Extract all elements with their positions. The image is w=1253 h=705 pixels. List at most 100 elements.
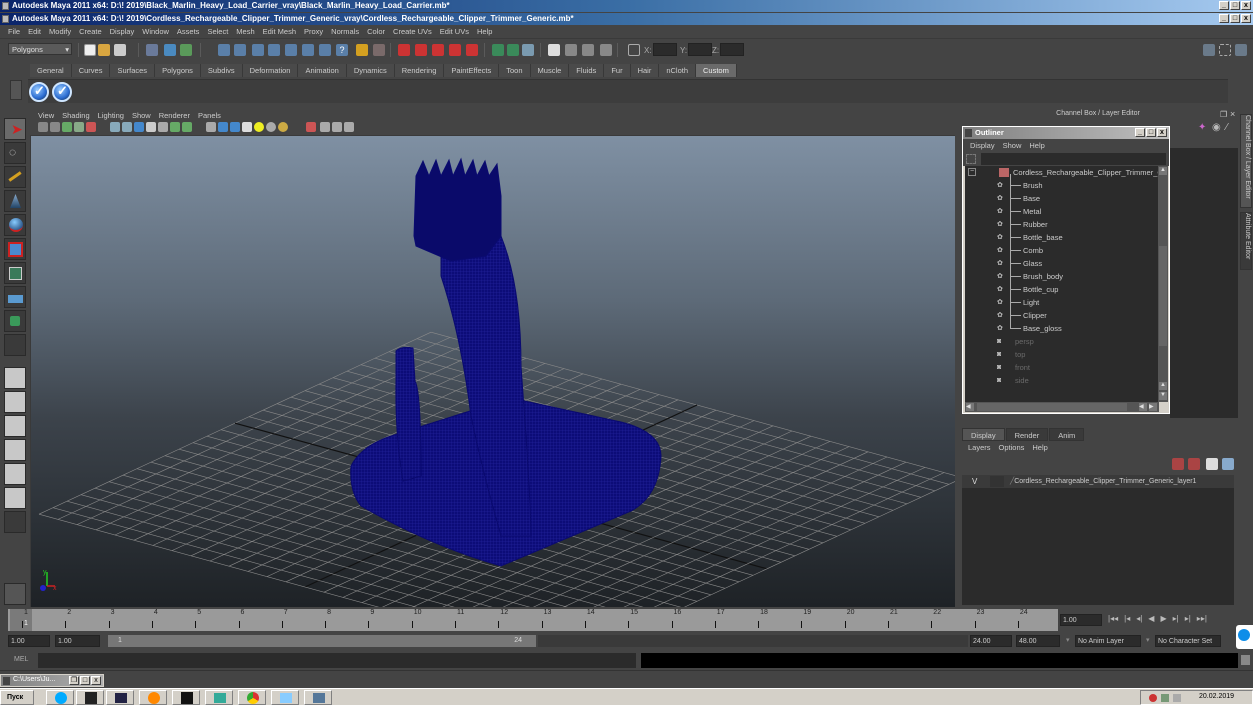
xray-icon[interactable] [206,122,216,132]
lasso-tool-icon[interactable]: ◌ [4,142,26,164]
shelf-tab-custom[interactable]: Custom [696,64,737,77]
layer-editor-toggle-icon[interactable] [600,44,612,56]
scroll-thumb[interactable] [1159,246,1167,346]
maximize-button[interactable]: □ [80,676,90,685]
tool-settings-icon[interactable] [1219,44,1231,56]
shelf-tab-deformation[interactable]: Deformation [242,64,299,77]
shelf-tab-dynamics[interactable]: Dynamics [346,64,395,77]
outliner-search-field[interactable] [981,153,1166,165]
menu-display[interactable]: Display [106,26,139,38]
background-window-titlebar[interactable]: Autodesk Maya 2011 x64: D:\! 2019\Black_… [0,0,1253,12]
custom-layout-slot[interactable] [4,511,26,533]
mel-input[interactable] [38,653,636,668]
snap-view-plane-icon[interactable] [268,44,280,56]
select-tool-icon[interactable]: ➤ [4,118,26,140]
transform-mode-icon[interactable] [628,44,640,56]
outliner-item[interactable]: ✿ Comb [965,244,1159,257]
outliner-item[interactable]: ✿ Base_gloss [965,322,1159,335]
start-time-field[interactable]: 1.00 [8,635,50,647]
tool-settings-toggle-icon[interactable] [565,44,577,56]
scroll-left-icon[interactable]: ◀ [1139,403,1147,411]
all-lights-icon[interactable] [266,122,276,132]
image-plane-icon[interactable] [62,122,72,132]
scroll-left-icon[interactable]: ◀ [966,403,974,411]
snap-grid-icon[interactable] [218,44,230,56]
antivirus-tray-icon[interactable] [1149,694,1157,702]
menu-edit[interactable]: Edit [24,26,45,38]
close-button[interactable]: x [1241,14,1251,23]
character-set-field[interactable]: No Character Set [1155,635,1221,647]
outliner-titlebar[interactable]: Outliner _ □ x [963,127,1169,139]
scroll-down-icon[interactable]: ▼ [1159,392,1167,400]
last-tool-slot[interactable] [4,334,26,356]
universal-manipulator-icon[interactable] [4,262,26,284]
outliner-item[interactable]: ✿ Clipper [965,309,1159,322]
grid-toggle-icon[interactable] [74,122,84,132]
outliner-item[interactable]: ✿ Base [965,192,1159,205]
menu-normals[interactable]: Normals [327,26,363,38]
render-frame-icon[interactable] [398,44,410,56]
show-manipulator-icon[interactable] [4,310,26,332]
wireframe-on-shaded-icon[interactable] [134,122,144,132]
current-time-field[interactable]: 1.00 [1060,614,1102,626]
multisample-icon[interactable] [344,122,354,132]
viewport-3d[interactable]: y x [31,136,955,607]
layer-name[interactable]: ╱Cordless_Rechargeable_Clipper_Trimmer_G… [1010,475,1196,488]
lights-icon[interactable] [158,122,168,132]
close-button[interactable]: x [1241,1,1251,10]
high-quality-icon[interactable] [306,122,316,132]
outliner-item[interactable]: ✿ Brush_body [965,270,1159,283]
attribute-editor-icon[interactable] [1235,44,1247,56]
outliner-item[interactable]: ✿ Light [965,296,1159,309]
restore-button[interactable]: ❐ [69,676,79,685]
shelf-tab-polygons[interactable]: Polygons [155,64,201,77]
maximize-button[interactable]: □ [1230,1,1240,10]
play-forward-icon[interactable]: ▶ [1160,614,1166,623]
isolate-select-icon[interactable] [242,122,252,132]
go-to-end-icon[interactable]: ▸▸| [1197,614,1207,623]
collapse-icon[interactable]: − [968,168,976,176]
play-backward-icon[interactable]: ◀ [1148,614,1154,623]
move-down-icon[interactable] [1222,458,1234,470]
outliner-menu-show[interactable]: Show [999,139,1026,152]
layer-template-toggle[interactable] [990,476,1004,487]
outliner-item[interactable]: ✿ Rubber [965,218,1159,231]
app-taskbar-icon[interactable] [76,690,104,705]
scroll-right-icon[interactable]: ▶ [1149,403,1157,411]
scroll-thumb[interactable] [977,403,1127,411]
rotate-tool-icon[interactable] [4,214,26,236]
menu-file[interactable]: File [4,26,24,38]
script-editor-icon[interactable] [1241,655,1250,665]
menu-edit-mesh[interactable]: Edit Mesh [259,26,300,38]
menu-window[interactable]: Window [138,26,173,38]
help-icon[interactable]: ? [336,44,348,56]
hud-icon[interactable] [182,122,192,132]
outliner-item[interactable]: ✿ Glass [965,257,1159,270]
input-line-mode-icon[interactable] [507,44,519,56]
maya-taskbar-icon[interactable] [205,690,233,705]
playback-start-field[interactable]: 1.00 [55,635,100,647]
step-back-frame-icon[interactable]: ◂| [1136,614,1142,623]
outliner-item[interactable]: ✿ Brush [965,179,1159,192]
bookmark-icon[interactable] [50,122,60,132]
panel-menu-shading[interactable]: Shading [58,110,94,121]
outliner-item[interactable]: ✿ Bottle_cup [965,283,1159,296]
manip-icon[interactable]: ◉ [1212,122,1221,133]
shadows-icon[interactable] [170,122,180,132]
input-ops-icon[interactable] [302,44,314,56]
app-taskbar-icon[interactable] [106,690,134,705]
single-perspective-layout-icon[interactable] [4,367,26,389]
minimize-button[interactable]: _ [1219,1,1229,10]
outliner-camera-item[interactable]: ◙ persp [965,335,1159,348]
step-forward-key-icon[interactable]: ▸| [1185,614,1191,623]
menu-help[interactable]: Help [473,26,496,38]
menu-select[interactable]: Select [203,26,232,38]
vray-taskbar-icon[interactable] [304,690,332,705]
persp-outliner-layout-icon[interactable] [4,415,26,437]
chrome-taskbar-icon[interactable] [238,690,266,705]
snap-live-icon[interactable] [285,44,297,56]
shelf-tab-hair[interactable]: Hair [630,64,660,77]
four-view-layout-icon[interactable] [4,391,26,413]
input-line-icon[interactable] [492,44,504,56]
scroll-up-icon[interactable]: ▲ [1159,167,1167,175]
